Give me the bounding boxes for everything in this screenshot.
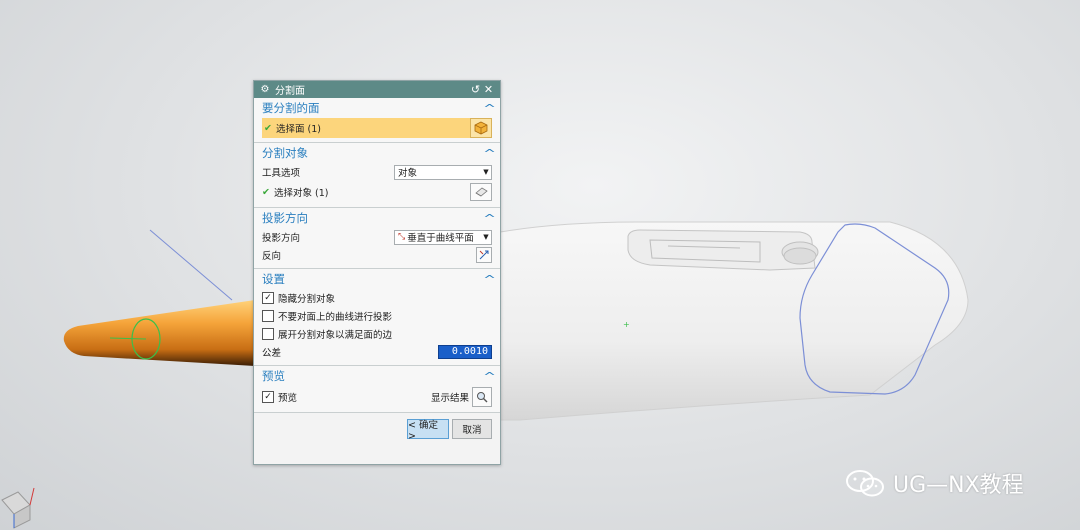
- view-triad[interactable]: [1, 487, 35, 529]
- check-icon: ✔: [262, 186, 270, 198]
- cancel-button[interactable]: 取消: [452, 419, 492, 439]
- section-preview: 预览 ^ ✓ 预览 显示结果: [254, 366, 500, 413]
- section-header-settings[interactable]: 设置 ^: [254, 269, 500, 289]
- cube-select-icon[interactable]: [470, 118, 492, 138]
- magnifier-icon[interactable]: [472, 387, 492, 407]
- reverse-direction-row: 反向: [254, 246, 500, 264]
- tool-option-select[interactable]: 对象 ▼: [394, 164, 492, 180]
- select-face-row[interactable]: ✔ 选择面 (1): [262, 118, 492, 138]
- dialog-footer: < 确定 > 取消: [254, 413, 500, 445]
- collapse-caret-icon[interactable]: ^: [483, 370, 496, 383]
- section-header-preview[interactable]: 预览 ^: [254, 366, 500, 386]
- gear-icon: ⚙: [260, 84, 270, 95]
- checkbox-extend-split-objects[interactable]: [262, 328, 274, 340]
- ok-button[interactable]: < 确定 >: [407, 419, 449, 442]
- wechat-logo-icon: [846, 470, 884, 497]
- section-projection-direction: 投影方向 ^ 投影方向 ⤡ 垂直于曲线平面 ▼ 反向: [254, 208, 500, 269]
- select-face-label: 选择面 (1): [275, 124, 321, 135]
- close-icon[interactable]: ✕: [482, 83, 495, 96]
- projection-line: [149, 229, 233, 301]
- select-object-row[interactable]: ✔ 选择对象 (1): [254, 181, 500, 203]
- preview-label: 预览: [278, 393, 298, 404]
- check-icon: ✔: [264, 122, 272, 134]
- show-result-label: 显示结果: [430, 393, 469, 404]
- reverse-direction-label: 反向: [262, 251, 282, 262]
- checkbox-no-project-curves[interactable]: [262, 310, 274, 322]
- tolerance-label: 公差: [262, 348, 282, 359]
- no-project-curves-option[interactable]: 不要对面上的曲线进行投影: [254, 307, 500, 325]
- projection-direction-row: 投影方向 ⤡ 垂直于曲线平面 ▼: [254, 228, 500, 246]
- projection-direction-label: 投影方向: [262, 233, 301, 244]
- tool-option-row: 工具选项 对象 ▼: [254, 163, 500, 181]
- section-settings: 设置 ^ ✓ 隐藏分割对象 不要对面上的曲线进行投影 展开分割对象以满足面的边 …: [254, 269, 500, 366]
- graphics-viewport[interactable]: +: [0, 0, 1080, 530]
- section-faces-to-split: 要分割的面 ^ ✔ 选择面 (1): [254, 98, 500, 143]
- extend-split-objects-option[interactable]: 展开分割对象以满足面的边: [254, 325, 500, 343]
- section-header-objects[interactable]: 分割对象 ^: [254, 143, 500, 163]
- checkbox-preview[interactable]: ✓: [262, 391, 274, 403]
- select-object-label: 选择对象 (1): [273, 188, 329, 199]
- watermark-text: UG—NX教程: [893, 473, 1024, 498]
- watermark: UG—NX教程: [845, 468, 1024, 498]
- hide-split-objects-option[interactable]: ✓ 隐藏分割对象: [254, 289, 500, 307]
- dialog-title: 分割面: [275, 86, 305, 97]
- reverse-direction-icon[interactable]: [476, 247, 492, 263]
- preview-row: ✓ 预览 显示结果: [254, 386, 500, 408]
- collapse-caret-icon[interactable]: ^: [483, 147, 496, 160]
- section-header-projection[interactable]: 投影方向 ^: [254, 208, 500, 228]
- collapse-caret-icon[interactable]: ^: [483, 102, 496, 115]
- tolerance-row: 公差 0.0010: [254, 343, 500, 361]
- normal-direction-icon: ⤡: [398, 232, 406, 242]
- split-face-dialog: ⚙ 分割面 ↺ ✕ 要分割的面 ^ ✔ 选择面 (1) 分割对象 ^ 工具选项 …: [253, 80, 501, 465]
- collapse-caret-icon[interactable]: ^: [483, 273, 496, 286]
- collapse-caret-icon[interactable]: ^: [483, 212, 496, 225]
- checkbox-hide-split-objects[interactable]: ✓: [262, 292, 274, 304]
- tool-option-label: 工具选项: [262, 168, 301, 179]
- point-marker: +: [623, 320, 630, 329]
- projection-direction-select[interactable]: ⤡ 垂直于曲线平面 ▼: [394, 229, 492, 245]
- reset-icon[interactable]: ↺: [469, 83, 482, 96]
- tolerance-input[interactable]: 0.0010: [438, 345, 492, 359]
- dialog-titlebar[interactable]: ⚙ 分割面 ↺ ✕: [254, 81, 500, 98]
- chevron-down-icon: ▼: [483, 233, 489, 241]
- section-header-faces[interactable]: 要分割的面 ^: [254, 98, 500, 118]
- chevron-down-icon: ▼: [483, 168, 489, 176]
- section-split-objects: 分割对象 ^ 工具选项 对象 ▼ ✔ 选择对象 (1): [254, 143, 500, 208]
- eraser-select-icon[interactable]: [470, 183, 492, 201]
